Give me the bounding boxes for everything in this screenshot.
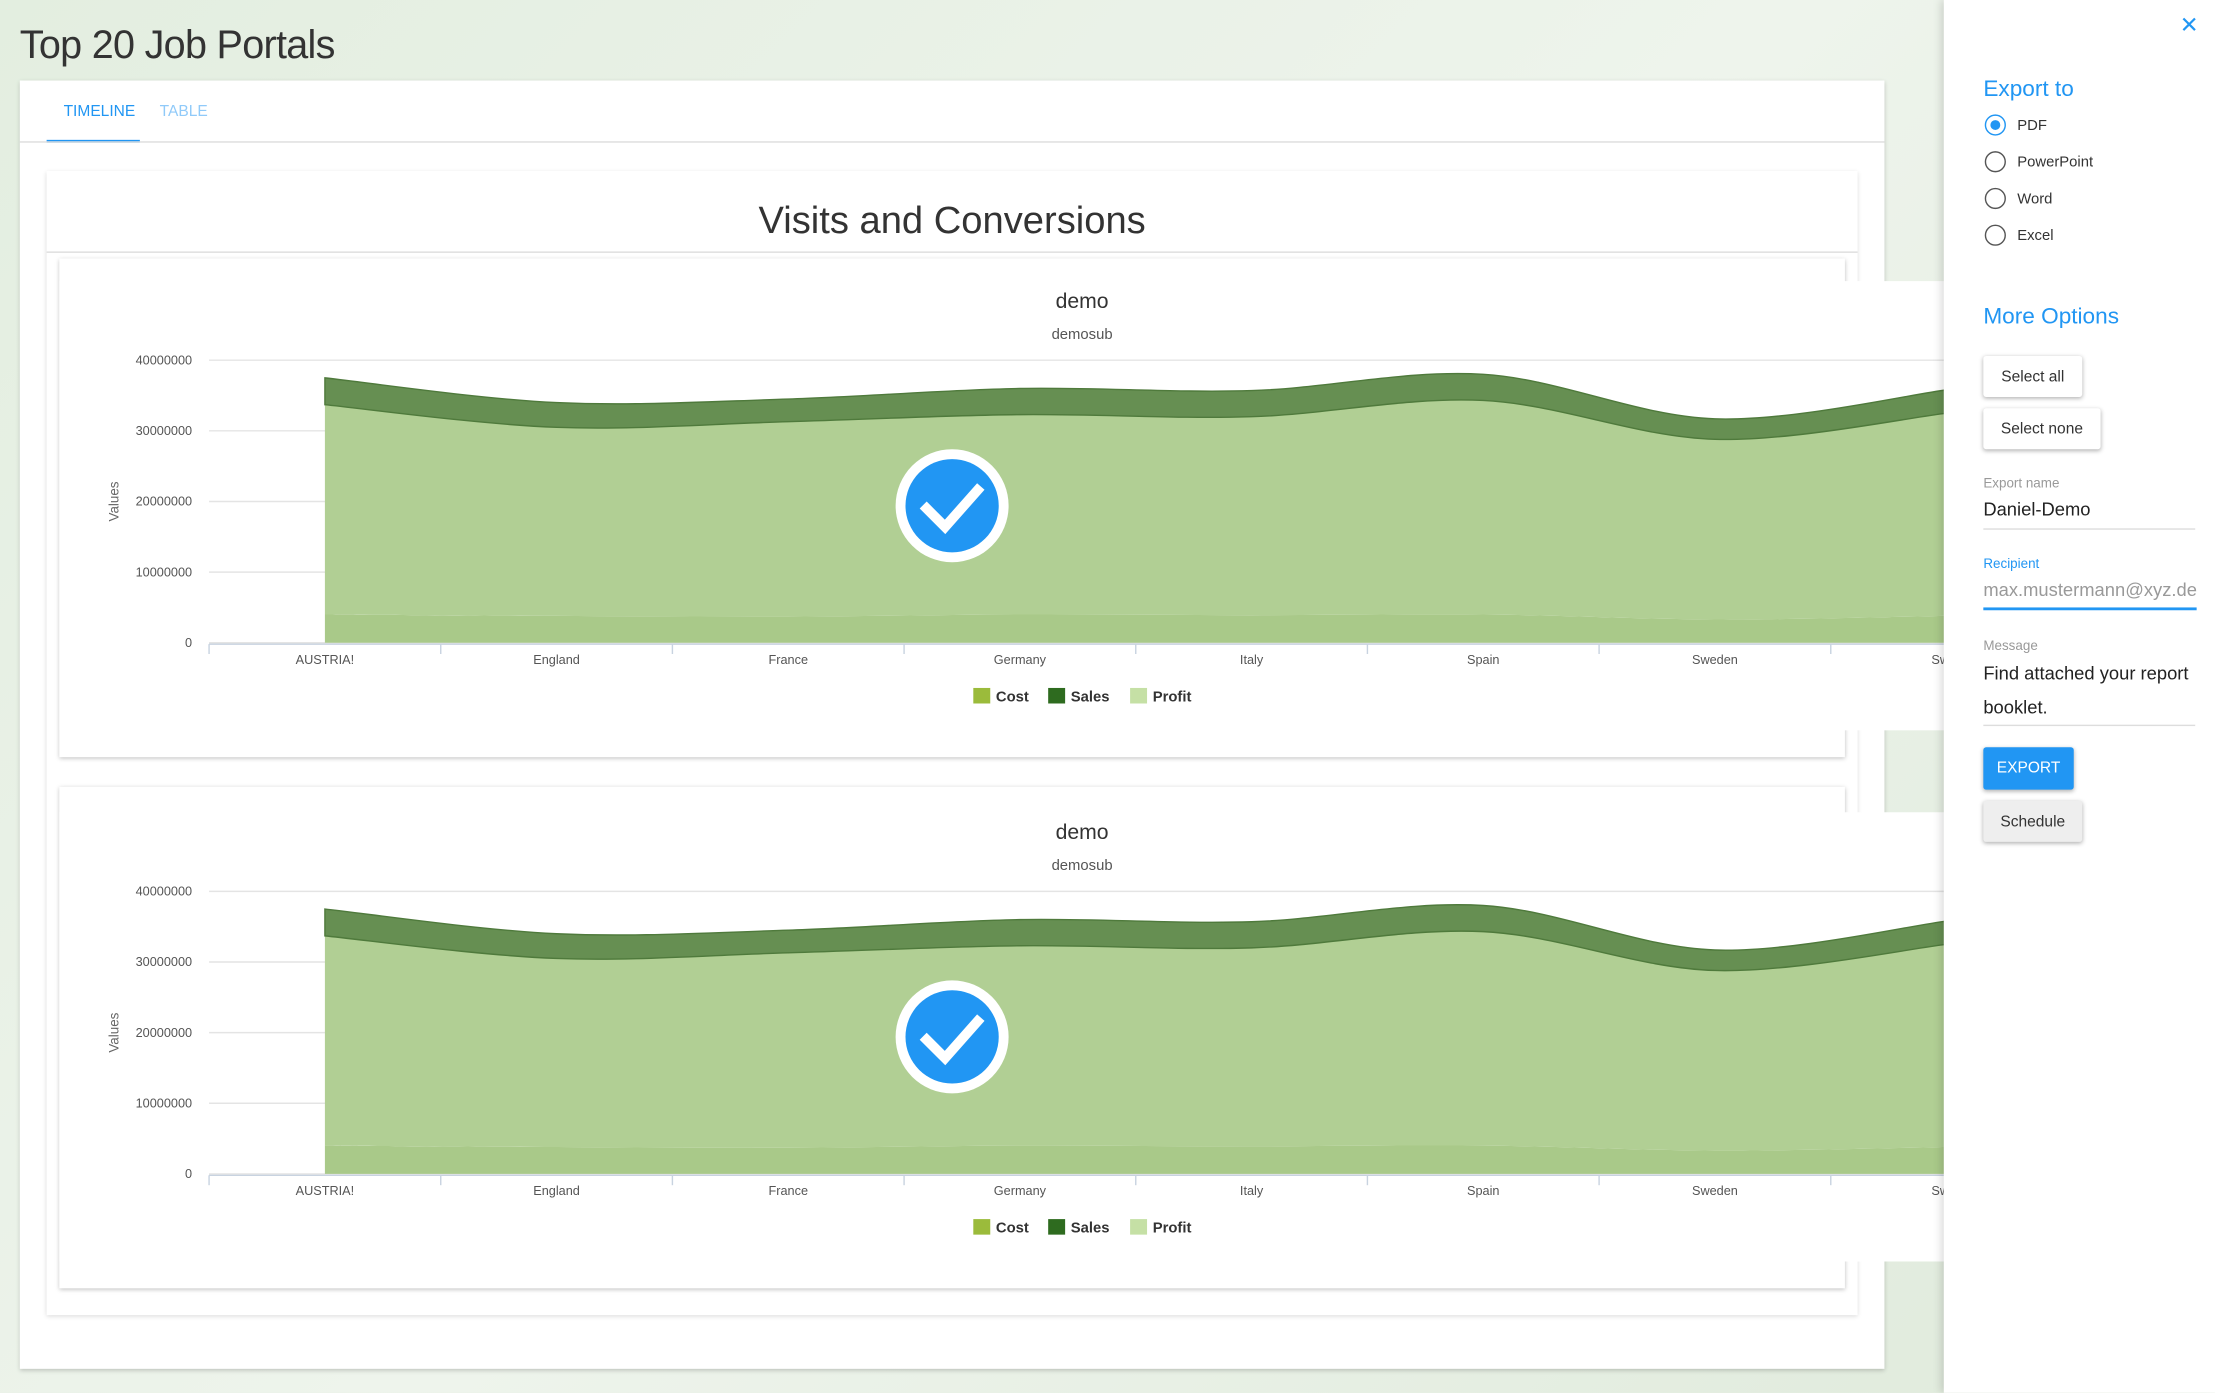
chart-subtitle: demosub (1052, 858, 1113, 874)
x-tick-label: Italy (1240, 1183, 1264, 1198)
y-tick-label: 40000000 (136, 352, 193, 367)
chart-title: demo (1056, 290, 1109, 313)
area-chart: demo demosub 0 10000000 20000000 30000000 4000… (59, 281, 2122, 731)
legend-label: Sales (1071, 689, 1110, 705)
x-tick-label: AUSTRIA! (296, 1183, 355, 1198)
chart-title: demo (1056, 821, 1109, 844)
tab-table[interactable]: TABLE (160, 103, 208, 120)
area-chart: demo demosub 0 10000000 20000000 30000000 4000… (59, 812, 2122, 1262)
y-axis-label: Values (107, 481, 122, 521)
x-tick-label: Spain (1467, 1183, 1500, 1198)
radio-unchecked-icon (1984, 151, 2006, 173)
legend-label: Sales (1071, 1221, 1110, 1237)
export-button[interactable]: EXPORT (1983, 747, 2074, 790)
legend-swatch (973, 1219, 991, 1235)
export-name-input[interactable]: Daniel-Demo (1983, 499, 2090, 520)
y-tick-label: 40000000 (136, 884, 193, 899)
y-axis-label: Values (107, 1012, 122, 1052)
export-to-heading: Export to (1983, 77, 2074, 102)
check-circle-icon (905, 990, 999, 1084)
x-tick-label: England (533, 1183, 580, 1198)
more-options-heading: More Options (1983, 305, 2120, 330)
radio-label: Excel (2017, 226, 2054, 244)
recipient-input[interactable]: max.mustermann@xyz.de (1983, 579, 2197, 600)
y-tick-label: 10000000 (136, 1096, 193, 1111)
x-tick-label: England (533, 652, 580, 667)
x-tick-label: AUSTRIA! (296, 652, 355, 667)
x-tick-label: Sweden (1692, 652, 1738, 667)
legend-swatch (1130, 687, 1148, 704)
legend-label: Cost (996, 1221, 1029, 1237)
chart-subtitle: demosub (1052, 327, 1113, 343)
x-tick-label: Germany (994, 1183, 1047, 1198)
y-tick-label: 20000000 (136, 1025, 193, 1040)
legend-label: Profit (1153, 689, 1192, 705)
message-label: Message (1983, 638, 2038, 655)
check-circle-icon (905, 459, 999, 553)
radio-powerpoint[interactable]: PowerPoint (1984, 151, 2094, 173)
legend-swatch (1048, 1219, 1066, 1235)
legend-label: Profit (1153, 1221, 1192, 1237)
radio-label: Word (2017, 189, 2053, 207)
divider (19, 141, 1885, 143)
radio-unchecked-icon (1984, 187, 2006, 210)
y-tick-label: 30000000 (136, 954, 193, 969)
select-none-button[interactable]: Select none (1983, 408, 2101, 450)
close-icon[interactable]: ✕ (2180, 11, 2199, 39)
radio-label: PowerPoint (2017, 153, 2094, 171)
export-name-label: Export name (1983, 476, 2060, 492)
x-tick-label: Germany (994, 652, 1047, 667)
input-underline (1983, 528, 2196, 530)
legend-swatch (973, 687, 991, 704)
y-tick-label: 30000000 (136, 423, 193, 438)
export-panel: Export to PDF PowerPoint Word Excel More… (1943, 0, 2215, 1393)
recipient-label: Recipient (1983, 556, 2040, 573)
x-tick-label: France (768, 652, 808, 667)
schedule-button[interactable]: Schedule (1983, 800, 2083, 842)
input-underline (1983, 724, 2196, 727)
y-tick-label: 0 (185, 1166, 192, 1181)
select-all-button[interactable]: Select all (1983, 355, 2083, 397)
x-tick-label: Italy (1240, 652, 1264, 667)
input-underline-focused (1983, 607, 2197, 611)
y-tick-label: 0 (185, 635, 192, 650)
radio-checked-icon (1984, 114, 2006, 136)
legend-swatch (1048, 687, 1066, 704)
tab-timeline[interactable]: TIMELINE (64, 103, 136, 120)
page-title: Top 20 Job Portals (19, 22, 336, 67)
radio-pdf[interactable]: PDF (1984, 114, 2047, 136)
legend-swatch (1130, 1219, 1148, 1235)
divider (46, 251, 1858, 253)
x-tick-label: Spain (1467, 652, 1500, 667)
radio-label: PDF (2017, 116, 2047, 134)
report-title: Visits and Conversions (758, 199, 1146, 242)
x-tick-label: Sweden (1692, 1183, 1738, 1198)
message-textarea[interactable]: Find attached your report booklet. (1983, 657, 2202, 725)
radio-unchecked-icon (1984, 224, 2006, 246)
x-tick-label: France (768, 1183, 808, 1198)
radio-word[interactable]: Word (1984, 187, 2053, 210)
y-tick-label: 10000000 (136, 564, 193, 579)
legend-label: Cost (996, 689, 1029, 705)
radio-excel[interactable]: Excel (1984, 224, 2054, 246)
y-tick-label: 20000000 (136, 494, 193, 509)
